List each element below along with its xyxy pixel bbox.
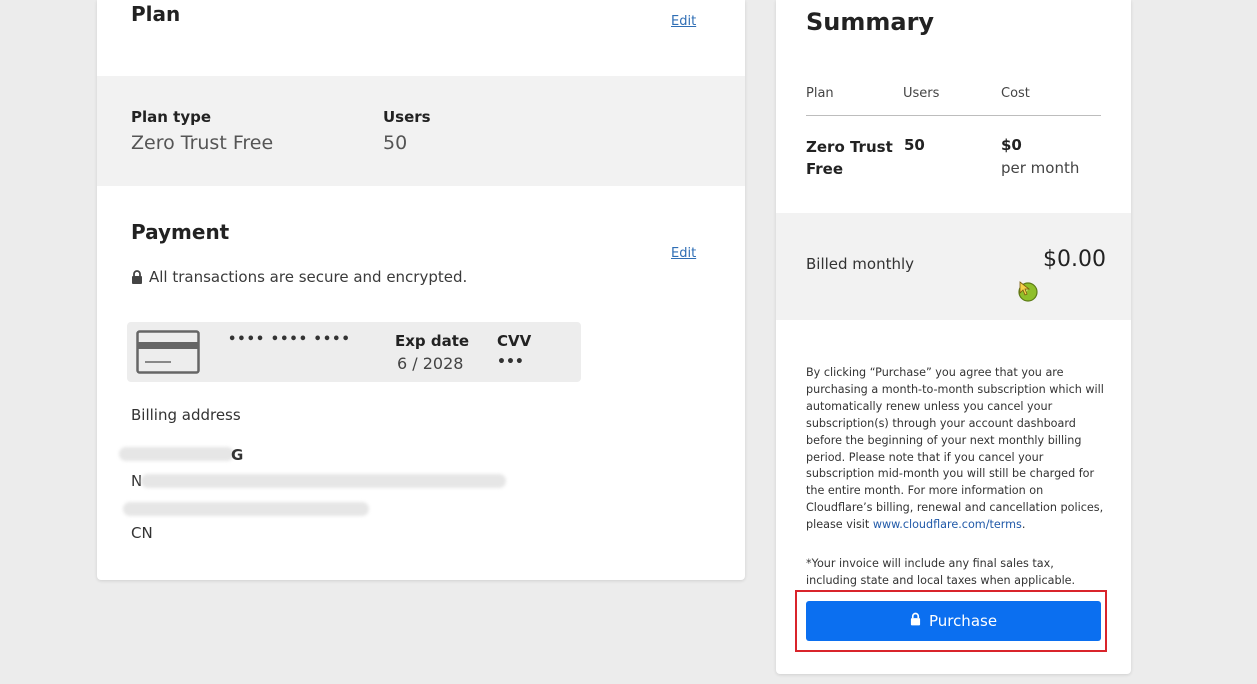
secure-text: All transactions are secure and encrypte… — [149, 268, 468, 286]
column-header-plan: Plan — [806, 86, 834, 101]
summary-title: Summary — [806, 8, 935, 36]
billed-amount: $0.00 — [1043, 247, 1106, 272]
cursor-icon — [1016, 279, 1040, 307]
exp-date-value: 6 / 2028 — [397, 354, 464, 373]
purchase-label: Purchase — [928, 612, 998, 630]
billing-country: CN — [131, 524, 153, 542]
billed-monthly-label: Billed monthly — [806, 255, 915, 273]
column-header-cost: Cost — [1001, 86, 1030, 101]
redacted-address-line — [119, 447, 234, 461]
cvv-label: CVV — [497, 332, 532, 350]
lock-icon — [131, 270, 143, 284]
summary-cost-period: per month — [1001, 159, 1080, 177]
exp-date-label: Exp date — [395, 332, 470, 350]
payment-heading: Payment — [131, 220, 230, 244]
users-label: Users — [383, 108, 431, 126]
plan-details-band: Plan type Zero Trust Free Users 50 — [97, 76, 745, 186]
terms-text: By clicking “Purchase” you agree that yo… — [806, 365, 1104, 534]
users-value: 50 — [383, 132, 408, 154]
redacted-address-line — [123, 502, 369, 516]
summary-users: 50 — [904, 136, 925, 154]
plan-payment-card: Plan Edit Plan type Zero Trust Free User… — [97, 0, 745, 580]
terms-body: By clicking “Purchase” you agree that yo… — [806, 366, 1104, 532]
edit-payment-link[interactable]: Edit — [671, 246, 696, 261]
secure-notice: All transactions are secure and encrypte… — [131, 268, 467, 286]
tax-note: *Your invoice will include any final sal… — [806, 557, 1076, 587]
plan-heading: Plan — [131, 2, 181, 26]
edit-plan-link[interactable]: Edit — [671, 14, 696, 29]
cvv-value: ••• — [497, 354, 524, 370]
redacted-address-line — [141, 474, 506, 488]
summary-plan: Zero Trust Free — [806, 138, 893, 178]
address-fragment: G — [231, 446, 244, 464]
plan-type-value: Zero Trust Free — [131, 132, 274, 154]
summary-card: Summary Plan Users Cost Zero Trust Free … — [776, 0, 1131, 674]
divider — [806, 115, 1101, 116]
plan-type-label: Plan type — [131, 108, 212, 126]
purchase-button[interactable]: Purchase — [806, 601, 1101, 641]
credit-card-icon — [136, 330, 200, 378]
billed-band: Billed monthly $0.00 — [776, 213, 1131, 320]
summary-cost: $0 — [1001, 136, 1022, 154]
terms-end: . — [1021, 518, 1026, 532]
saved-card: •••• •••• •••• Exp date 6 / 2028 CVV ••• — [127, 322, 581, 382]
column-header-users: Users — [903, 86, 940, 101]
billing-address-label: Billing address — [131, 406, 241, 424]
lock-icon — [910, 612, 921, 630]
terms-link[interactable]: www.cloudflare.com/terms — [873, 518, 1022, 531]
card-number: •••• •••• •••• — [228, 332, 351, 347]
